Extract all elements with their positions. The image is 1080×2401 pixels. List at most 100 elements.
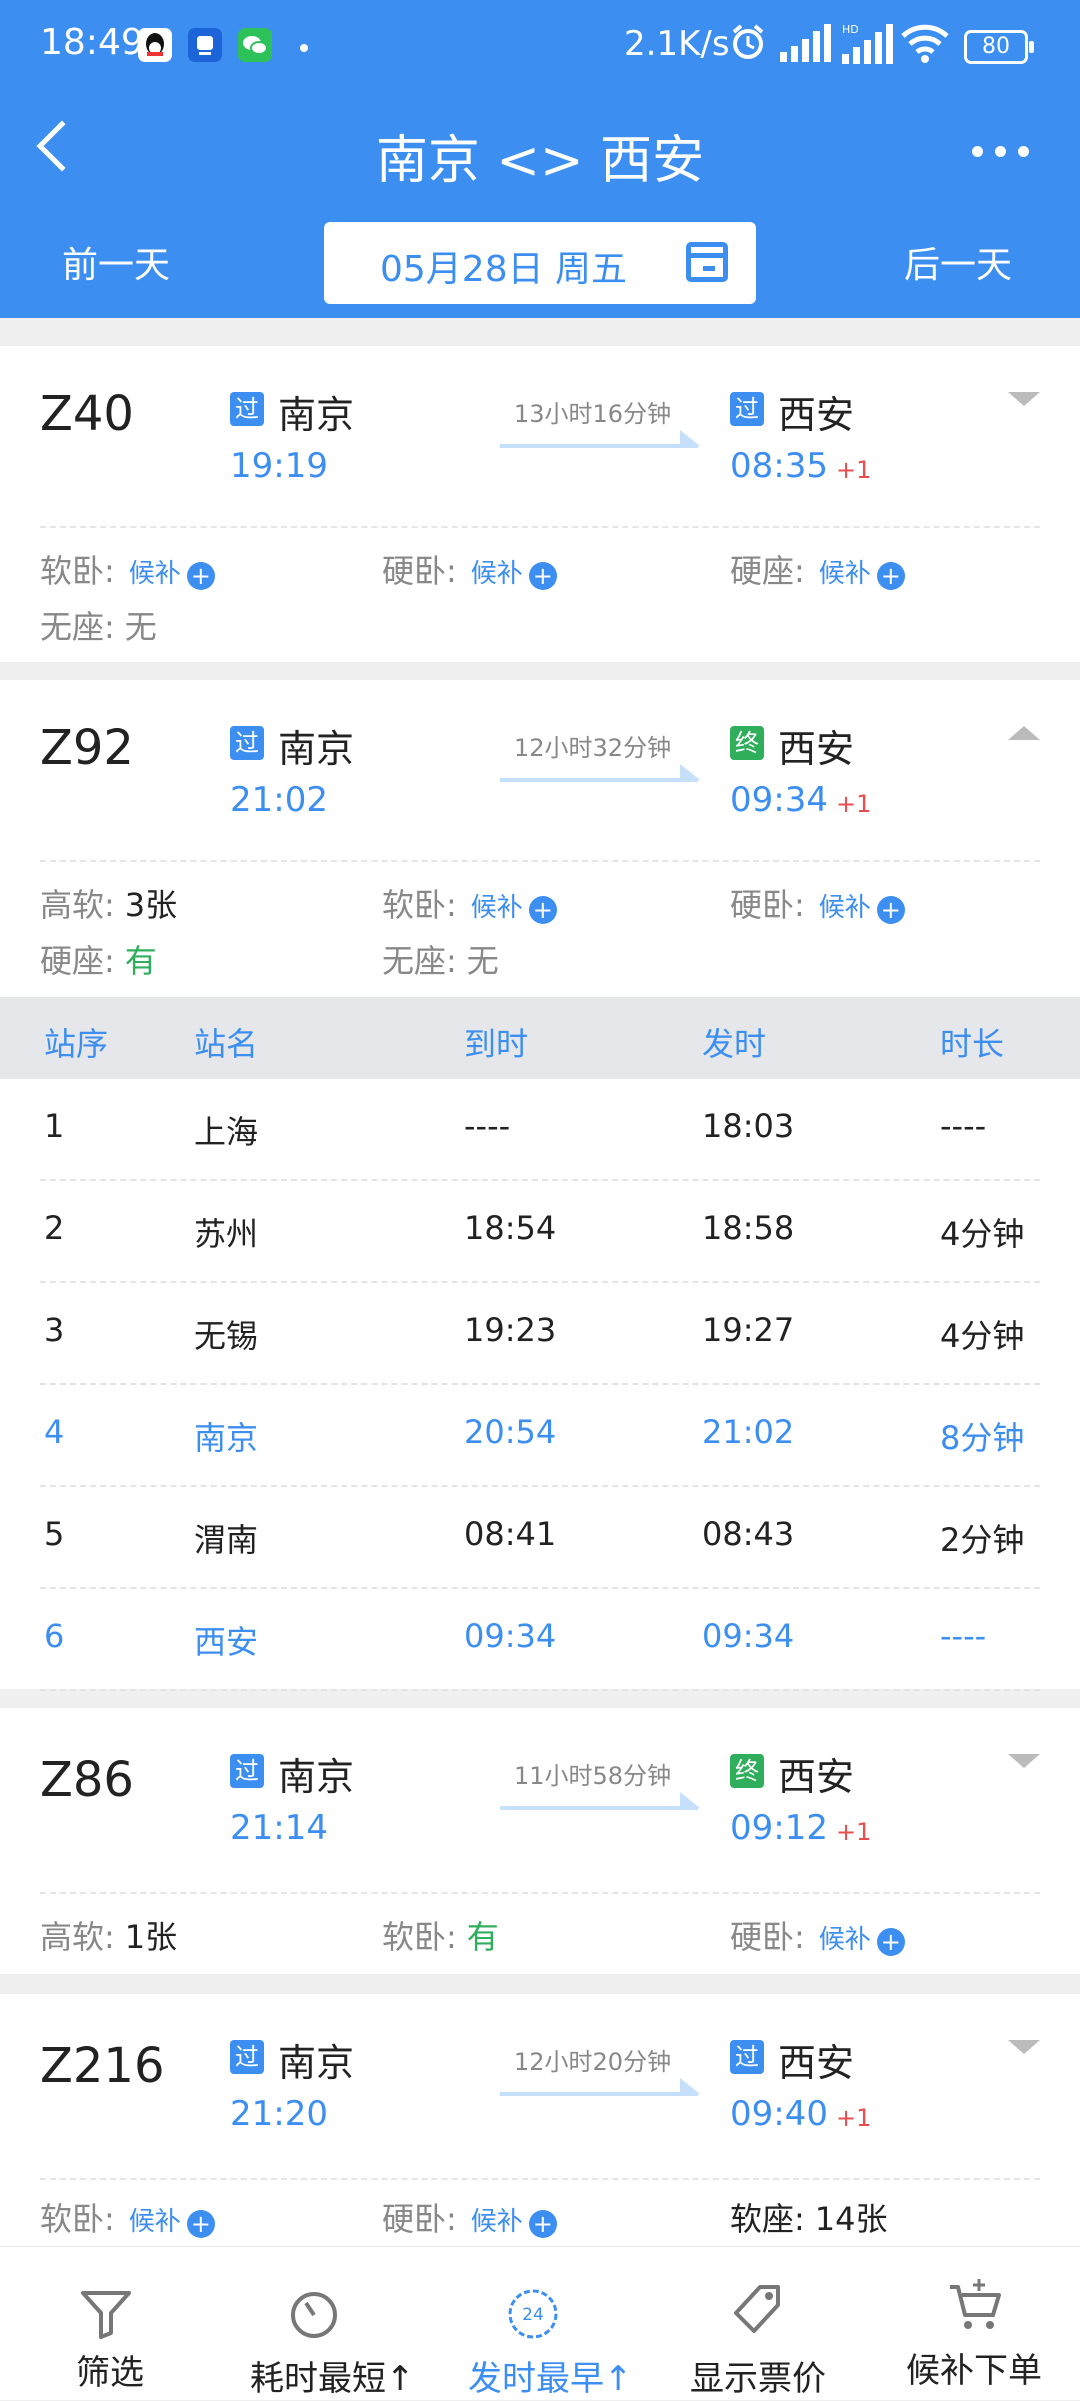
signal-icon	[780, 24, 831, 62]
page-title: 南京 <> 西安	[375, 131, 705, 191]
table-row: 1 上海 ---- 18:03 ----	[0, 1079, 1080, 1181]
table-cell: 4分钟	[940, 1317, 1025, 1355]
direction-arrow	[500, 764, 700, 782]
show-price-button[interactable]: 显示票价	[648, 2247, 864, 2401]
train-number: Z40	[40, 386, 134, 442]
column-header: 站序	[44, 1025, 109, 1063]
prev-day-button[interactable]: 前一天	[62, 236, 170, 288]
sort-duration-button[interactable]: 耗时最短↑	[216, 2247, 432, 2401]
train-card[interactable]: Z86 过 南京 21:14 11小时58分钟 终 西安 09:12 +1 高软…	[0, 1708, 1080, 1974]
seat-info: 硬卧: 候补 +	[382, 2194, 557, 2240]
seat-info: 硬卧: 候补 +	[382, 546, 557, 592]
train-number: Z216	[40, 2038, 165, 2094]
collapse-icon[interactable]	[1008, 726, 1040, 740]
divider	[40, 2178, 1040, 2180]
train-card[interactable]: Z92 过 南京 21:02 12小时32分钟 终 西安 09:34 +1 高软…	[0, 680, 1080, 997]
duration: 12小时32分钟	[514, 734, 672, 762]
next-day-mark: +1	[836, 456, 872, 484]
train-card[interactable]: Z216 过 南京 21:20 12小时20分钟 过 西安 09:40 +1 软…	[0, 1994, 1080, 2246]
seat-info: 硬座: 候补 +	[730, 546, 905, 592]
column-header: 到时	[464, 1025, 529, 1063]
column-header: 时长	[940, 1025, 1005, 1063]
next-day-mark: +1	[836, 2104, 872, 2132]
departure-station: 南京	[278, 1755, 355, 1799]
seat-info: 软卧: 有	[382, 1918, 499, 1956]
table-cell: 南京	[194, 1419, 259, 1457]
date-picker[interactable]: 05月28日 周五	[324, 222, 756, 304]
add-icon: +	[186, 2210, 215, 2238]
table-cell: 2	[44, 1209, 65, 1247]
pass-badge: 过	[730, 2040, 764, 2074]
table-cell: 08:43	[702, 1515, 795, 1553]
calendar-icon	[686, 242, 728, 282]
waitlist-button[interactable]: 候补 +	[819, 1925, 905, 1956]
table-cell: 西安	[194, 1623, 259, 1661]
table-row: 6 西安 09:34 09:34 ----	[0, 1589, 1080, 1691]
table-cell: ----	[940, 1617, 987, 1655]
expand-icon[interactable]	[1008, 1754, 1040, 1768]
seat-info: 高软: 3张	[40, 886, 178, 924]
table-cell: 21:02	[702, 1413, 795, 1451]
departure-station: 南京	[278, 727, 355, 771]
seat-info: 硬座: 有	[40, 942, 157, 980]
seat-info: 软卧: 候补 +	[382, 880, 557, 926]
add-icon: +	[528, 2210, 557, 2238]
status-time: 18:49	[40, 22, 144, 63]
seat-info: 软座: 14张	[730, 2200, 888, 2238]
table-cell: 2分钟	[940, 1521, 1025, 1559]
waitlist-order-button[interactable]: 候补下单	[864, 2247, 1080, 2401]
expand-icon[interactable]	[1008, 2040, 1040, 2054]
table-cell: 上海	[194, 1113, 259, 1151]
notification-dot	[300, 44, 308, 52]
duration: 12小时20分钟	[514, 2048, 672, 2076]
terminal-badge: 终	[730, 726, 764, 760]
wifi-icon	[901, 24, 949, 63]
signal-hd-icon: HD	[842, 23, 893, 64]
add-icon: +	[528, 562, 557, 590]
divider	[40, 526, 1040, 528]
direction-arrow	[500, 2078, 700, 2096]
add-icon: +	[186, 562, 215, 590]
filter-button[interactable]: 筛选	[0, 2247, 216, 2401]
next-day-button[interactable]: 后一天	[904, 236, 1012, 288]
table-cell: 3	[44, 1311, 65, 1349]
sort-departure-button[interactable]: 24 发时最早↑	[432, 2247, 648, 2401]
waitlist-button[interactable]: 候补 +	[819, 559, 905, 590]
waitlist-button[interactable]: 候补 +	[471, 559, 557, 590]
pass-badge: 过	[230, 392, 264, 426]
column-header: 站名	[194, 1025, 259, 1063]
table-row: 5 渭南 08:41 08:43 2分钟	[0, 1487, 1080, 1589]
more-menu-button[interactable]	[972, 146, 1029, 157]
waitlist-button[interactable]: 候补 +	[129, 2207, 215, 2238]
table-cell: 渭南	[194, 1521, 259, 1559]
railway-app-icon	[188, 28, 222, 62]
train-card[interactable]: Z40 过 南京 19:19 13小时16分钟 过 西安 08:35 +1 软卧…	[0, 346, 1080, 662]
waitlist-button[interactable]: 候补 +	[471, 2207, 557, 2238]
table-cell: 19:23	[464, 1311, 557, 1349]
expand-icon[interactable]	[1008, 392, 1040, 406]
wechat-app-icon	[238, 28, 272, 62]
bottom-nav: 筛选 耗时最短↑ 24 发时最早↑ 显示票价 候补下单	[0, 2246, 1080, 2400]
departure-time: 21:02	[230, 780, 328, 820]
add-icon: +	[876, 896, 905, 924]
waitlist-button[interactable]: 候补 +	[129, 559, 215, 590]
arrival-time: 09:34	[730, 780, 828, 820]
table-cell: ----	[464, 1107, 511, 1145]
table-cell: 1	[44, 1107, 65, 1145]
seat-info: 无座: 无	[382, 942, 499, 980]
seat-info: 硬卧: 候补 +	[730, 1912, 905, 1958]
duration: 11小时58分钟	[514, 1762, 672, 1790]
nav-label: 显示票价	[690, 2359, 826, 2399]
table-cell: 18:54	[464, 1209, 557, 1247]
pass-badge: 过	[730, 392, 764, 426]
pass-badge: 过	[230, 1754, 264, 1788]
seat-info: 高软: 1张	[40, 1918, 178, 1956]
waitlist-button[interactable]: 候补 +	[471, 893, 557, 924]
pass-badge: 过	[230, 726, 264, 760]
waitlist-button[interactable]: 候补 +	[819, 893, 905, 924]
seat-info: 无座: 无	[40, 608, 157, 646]
arrival-station: 西安	[778, 1755, 855, 1799]
direction-arrow	[500, 430, 700, 448]
table-row: 3 无锡 19:23 19:27 4分钟	[0, 1283, 1080, 1385]
network-speed: 2.1K/s	[624, 24, 730, 64]
